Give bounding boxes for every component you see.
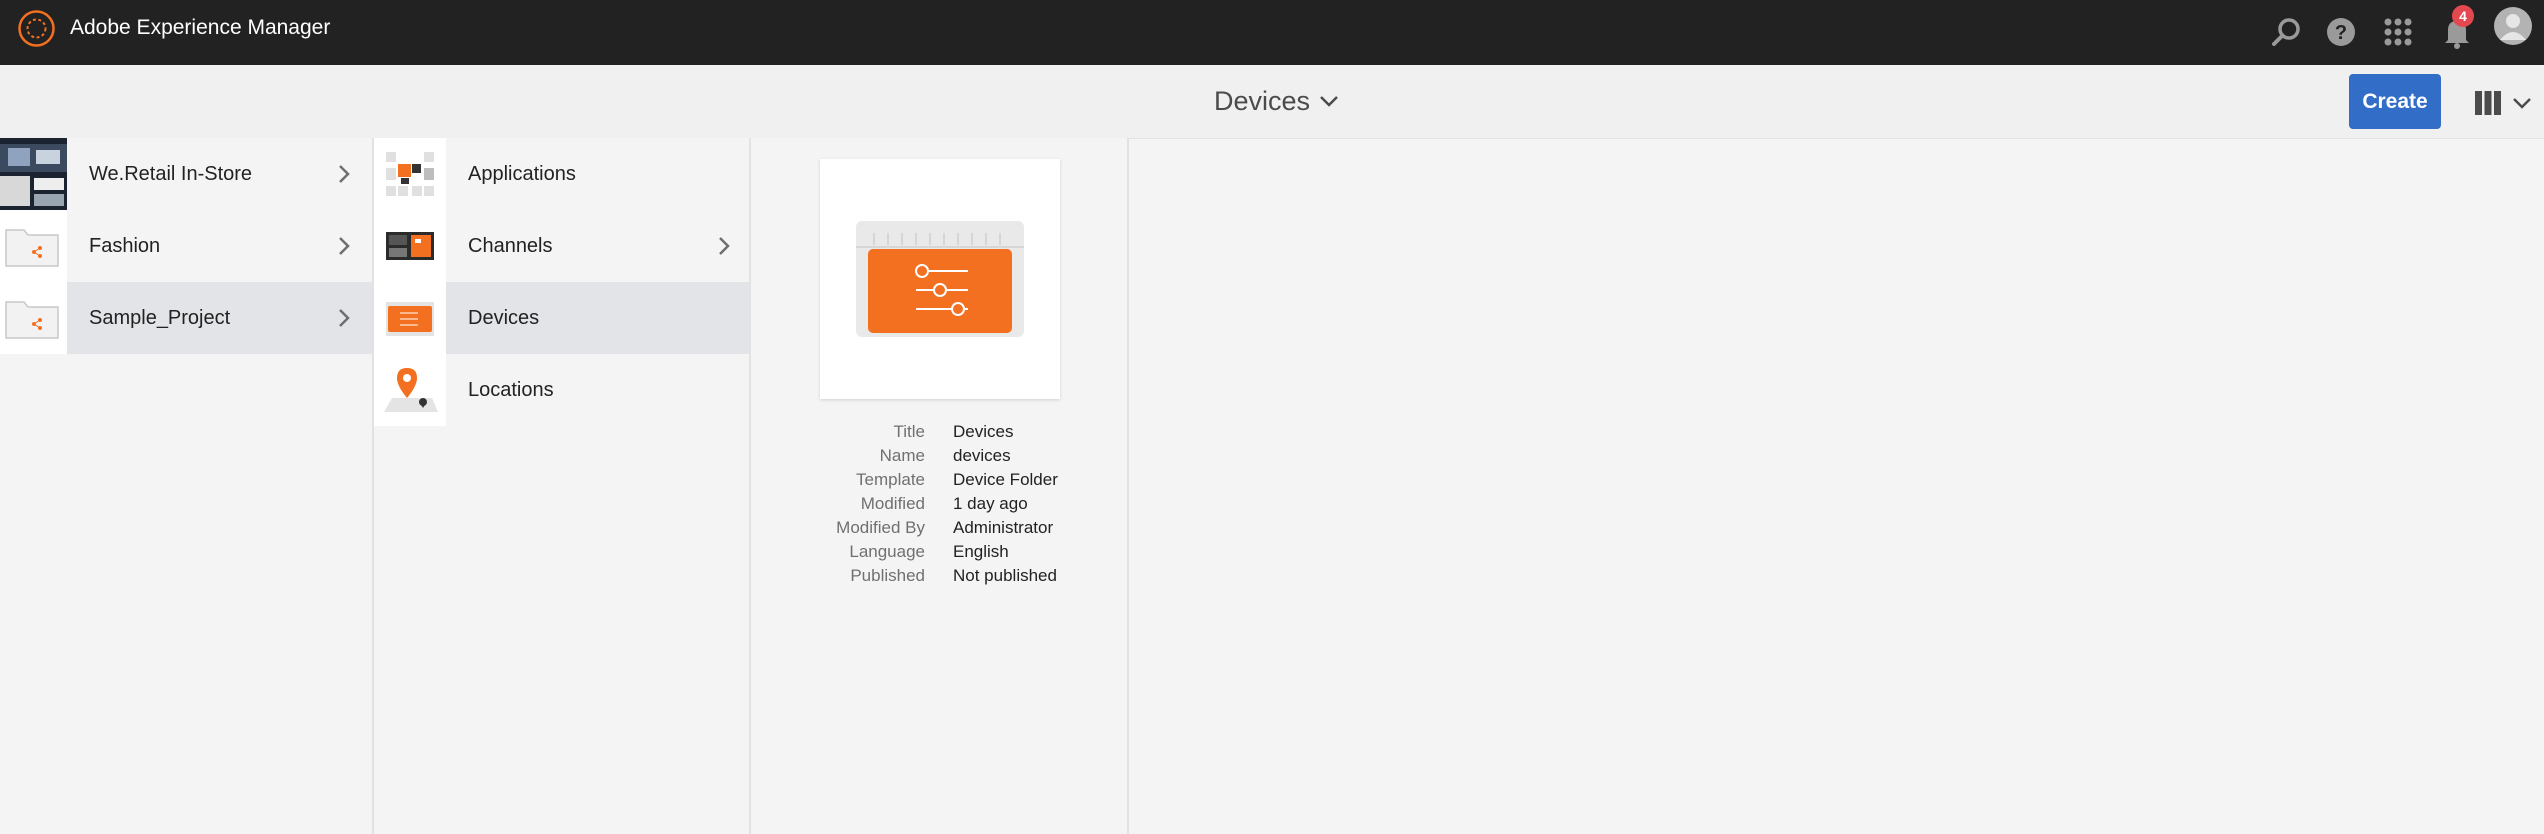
column-item-label: Locations	[468, 379, 554, 401]
help-icon[interactable]: ?	[2321, 12, 2361, 52]
create-button[interactable]: Create	[2349, 74, 2441, 129]
column-item-label: Fashion	[89, 235, 161, 257]
column-item-label: We.Retail In-Store	[89, 163, 253, 185]
property-key: Title	[893, 422, 926, 441]
column-item-applications[interactable]: Applications	[374, 138, 749, 210]
view-chevron-down-icon[interactable]	[2512, 94, 2532, 112]
applications-thumbnail	[374, 138, 446, 210]
property-row-published: Published Not published	[751, 564, 1127, 588]
channels-thumbnail	[374, 210, 446, 282]
app-title[interactable]: Adobe Experience Manager	[70, 12, 330, 44]
locations-thumbnail	[374, 354, 446, 426]
property-value: Not published	[953, 566, 1057, 585]
property-row-language: Language English	[751, 540, 1127, 564]
column-item-label: Applications	[468, 163, 576, 185]
folder-thumbnail	[0, 210, 67, 282]
property-key: Template	[856, 470, 925, 489]
we-retail-thumbnail	[0, 138, 67, 210]
column-item-channels[interactable]: Channels	[374, 210, 749, 282]
location-title[interactable]: Devices	[1214, 83, 1310, 119]
property-value: devices	[953, 446, 1011, 465]
column-item-label: Sample_Project	[89, 307, 231, 329]
column-item-sample-project[interactable]: Sample_Project	[0, 282, 372, 354]
column-item-fashion[interactable]: Fashion	[0, 210, 372, 282]
chevron-right-icon[interactable]	[334, 235, 354, 257]
property-key: Published	[850, 566, 925, 585]
property-key: Language	[849, 542, 925, 561]
notification-badge: 4	[2452, 5, 2474, 27]
property-row-template: Template Device Folder	[751, 468, 1127, 492]
property-row-modified-by: Modified By Administrator	[751, 516, 1127, 540]
column-view-icon[interactable]	[2475, 91, 2501, 115]
column-item-locations[interactable]: Locations	[374, 354, 749, 426]
property-row-title: Title Devices	[751, 420, 1127, 444]
property-key: Name	[879, 446, 925, 465]
column-item-devices[interactable]: Devices	[374, 282, 749, 354]
adobe-logo-icon[interactable]	[17, 9, 56, 48]
property-value: Device Folder	[953, 470, 1058, 489]
folder-thumbnail	[0, 282, 67, 354]
svg-text:?: ?	[2335, 22, 2347, 44]
search-icon[interactable]	[2266, 12, 2306, 52]
devices-thumbnail	[374, 282, 446, 354]
action-bar: Devices Create	[0, 66, 2544, 139]
column-sites: We.Retail In-Store Fashion Sample_Projec…	[0, 138, 374, 834]
property-value: Devices	[953, 422, 1014, 441]
column-item-we-retail-in-store[interactable]: We.Retail In-Store	[0, 138, 372, 210]
property-value: English	[953, 542, 1009, 561]
apps-grid-icon[interactable]	[2378, 12, 2418, 52]
property-row-modified: Modified 1 day ago	[751, 492, 1127, 516]
column-project: Applications Channels Devices Locations	[374, 138, 751, 834]
property-key: Modified	[860, 494, 925, 513]
global-header: Adobe Experience Manager ? 4	[0, 0, 2544, 65]
property-key: Modified By	[836, 518, 925, 537]
chevron-right-icon[interactable]	[334, 307, 354, 329]
property-value: 1 day ago	[953, 494, 1028, 513]
property-row-name: Name devices	[751, 444, 1127, 468]
chevron-down-icon[interactable]	[1318, 90, 1340, 112]
property-value: Administrator	[953, 518, 1054, 537]
chevron-right-icon[interactable]	[714, 235, 734, 257]
column-item-label: Devices	[468, 307, 540, 329]
column-item-label: Channels	[468, 235, 553, 257]
user-avatar-icon[interactable]	[2493, 6, 2533, 46]
chevron-right-icon[interactable]	[334, 163, 354, 185]
preview-card[interactable]	[820, 159, 1060, 399]
device-folder-icon	[856, 221, 1024, 337]
